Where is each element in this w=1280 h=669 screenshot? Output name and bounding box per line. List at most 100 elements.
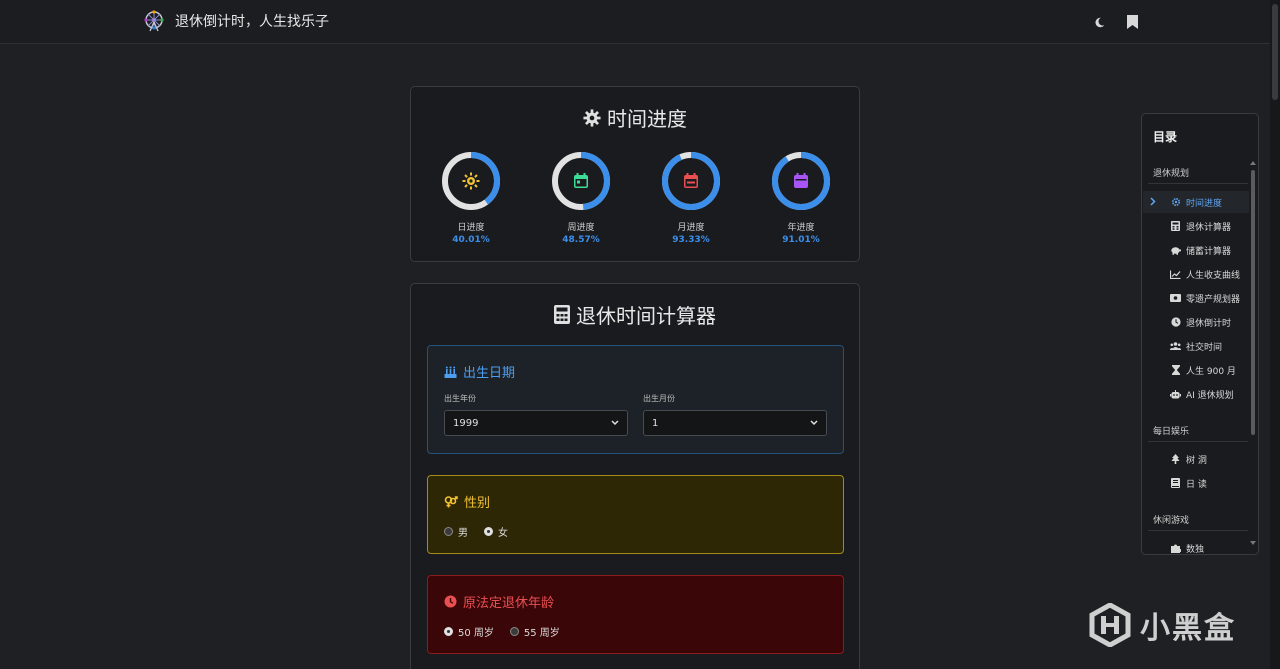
calculator-title-text: 退休时间计算器 [576,304,716,328]
brand[interactable]: 退休倒计时，人生找乐子 [143,10,329,32]
calendar-month-icon [684,173,698,188]
toc-item-daily-read[interactable]: 日 读 [1143,472,1249,494]
retire-age-radio-group: 50 周岁 55 周岁 [444,624,576,639]
toc-item-label: 社交时间 [1186,342,1223,353]
calculator-title: 退休时间计算器 [411,300,859,329]
toc-item-label: 日 读 [1186,479,1207,490]
calculator-icon [1170,221,1181,232]
retire-age-option-label: 55 周岁 [523,628,560,639]
time-progress-title-text: 时间进度 [607,107,687,131]
bookmark-button[interactable] [1123,13,1141,31]
gear-icon [583,108,601,127]
ferris-wheel-icon [144,10,164,32]
gender-radio-male[interactable]: 男 [444,524,468,539]
retirement-calculator-card: 退休时间计算器 出生日期 出生年份 1999 出生月份 1 性别 男 女 原法定… [410,283,860,669]
toc-item-tree-hole[interactable]: 树 洞 [1143,448,1249,470]
progress-label: 周进度 [567,223,595,233]
toc-scrollbar-thumb[interactable] [1251,170,1255,435]
toc-item-life-900-months[interactable]: 人生 900 月 [1143,359,1249,381]
gender-heading-text: 性别 [464,496,491,511]
progress-item-month: 月进度 93.33% [661,151,721,245]
retire-age-radio-55[interactable]: 55 周岁 [509,624,560,639]
toc-item-label: AI 退休规划 [1186,390,1234,401]
progress-rings: 日进度 40.01% 周进度 48.57% 月进度 93.33% 年进度 91.… [441,151,831,245]
money-icon [1170,293,1181,304]
birth-year-select[interactable]: 1999 [444,410,628,436]
toc-item-label: 储蓄计算器 [1186,246,1232,257]
toc-item-retire-countdown[interactable]: 退休倒计时 [1143,311,1249,333]
toc-item-label: 退休计算器 [1186,222,1232,233]
tree-icon [1170,454,1181,465]
piggy-bank-icon [1170,245,1181,256]
bookmark-icon [1126,15,1138,29]
progress-value: 93.33% [672,235,710,245]
toc-scrollbar[interactable] [1250,160,1256,546]
calculator-icon [554,305,570,324]
toc-divider [1148,530,1248,531]
toc-item-time-progress[interactable]: 时间进度 [1143,191,1249,213]
line-chart-icon [1170,269,1181,280]
scroll-up-arrow-icon[interactable] [1250,160,1256,165]
toc-item-label: 零遗产规划器 [1186,294,1241,305]
time-progress-title: 时间进度 [411,103,859,132]
toc-item-label: 树 洞 [1186,455,1207,466]
birth-month-label: 出生月份 [643,394,675,403]
progress-value: 40.01% [452,235,490,245]
toc-item-zero-legacy[interactable]: 零遗产规划器 [1143,287,1249,309]
watermark-text: 小黑盒 [1140,611,1236,646]
watermark: 小黑盒 [1088,603,1236,647]
radio-button[interactable] [509,627,519,636]
toc-item-retire-calculator[interactable]: 退休计算器 [1143,215,1249,237]
brand-title: 退休倒计时，人生找乐子 [175,14,329,30]
toc-item-label: 退休倒计时 [1186,318,1232,329]
birth-date-section: 出生日期 出生年份 1999 出生月份 1 [427,345,844,454]
gender-radio-group: 男 女 [444,524,524,539]
top-navbar: 退休倒计时，人生找乐子 [0,0,1270,44]
toc-item-label: 数独 [1186,544,1205,555]
table-of-contents: 目录 退休规划 时间进度 退休计算器 储蓄计算器 人生收支曲线 零遗产规划器 退… [1141,113,1259,555]
toc-group-games: 休闲游戏 [1153,516,1190,526]
progress-value: 91.01% [782,235,820,245]
clock-icon [1170,317,1181,328]
toc-item-sudoku[interactable]: 数独 [1143,537,1249,555]
retire-age-radio-50[interactable]: 50 周岁 [444,624,494,639]
gender-section: 性别 男 女 [427,475,844,554]
toc-item-ai-retire-plan[interactable]: AI 退休规划 [1143,383,1249,405]
gender-option-label: 男 [458,528,468,539]
toc-title: 目录 [1153,130,1178,144]
radio-button[interactable] [444,627,453,636]
birthday-cake-icon [444,366,457,378]
clock-icon [444,595,457,608]
theme-toggle-button[interactable] [1090,13,1108,31]
toc-item-label: 人生收支曲线 [1186,270,1241,281]
page-scrollbar[interactable] [1270,0,1280,669]
toc-item-label: 人生 900 月 [1186,366,1236,377]
time-progress-card: 时间进度 日进度 40.01% 周进度 48.57% 月进度 93.33% 年进… [410,86,860,262]
radio-button[interactable] [484,527,493,536]
progress-label: 月进度 [677,223,705,233]
page-scrollbar-thumb[interactable] [1272,4,1278,100]
chevron-down-icon [611,420,619,426]
book-icon [1170,478,1181,489]
progress-item-day: 日进度 40.01% [441,151,501,245]
retire-age-heading: 原法定退休年龄 [444,592,554,611]
birth-month-value: 1 [652,417,659,429]
heybox-logo-icon [1089,603,1131,647]
birth-month-select[interactable]: 1 [643,410,827,436]
progress-label: 年进度 [787,223,815,233]
gear-icon [1170,197,1181,208]
radio-button[interactable] [444,527,453,536]
toc-item-savings-calculator[interactable]: 储蓄计算器 [1143,239,1249,261]
scroll-down-arrow-icon[interactable] [1250,541,1256,546]
birth-year-value: 1999 [453,417,479,429]
toc-divider [1148,183,1248,184]
toc-item-social-time[interactable]: 社交时间 [1143,335,1249,357]
birth-date-heading: 出生日期 [444,362,515,381]
sun-icon [462,172,480,190]
toc-item-life-curve[interactable]: 人生收支曲线 [1143,263,1249,285]
gender-heading: 性别 [444,492,490,511]
gender-option-label: 女 [498,528,508,539]
hourglass-icon [1170,365,1181,376]
gender-radio-female[interactable]: 女 [484,524,508,539]
birth-year-label: 出生年份 [444,394,476,403]
